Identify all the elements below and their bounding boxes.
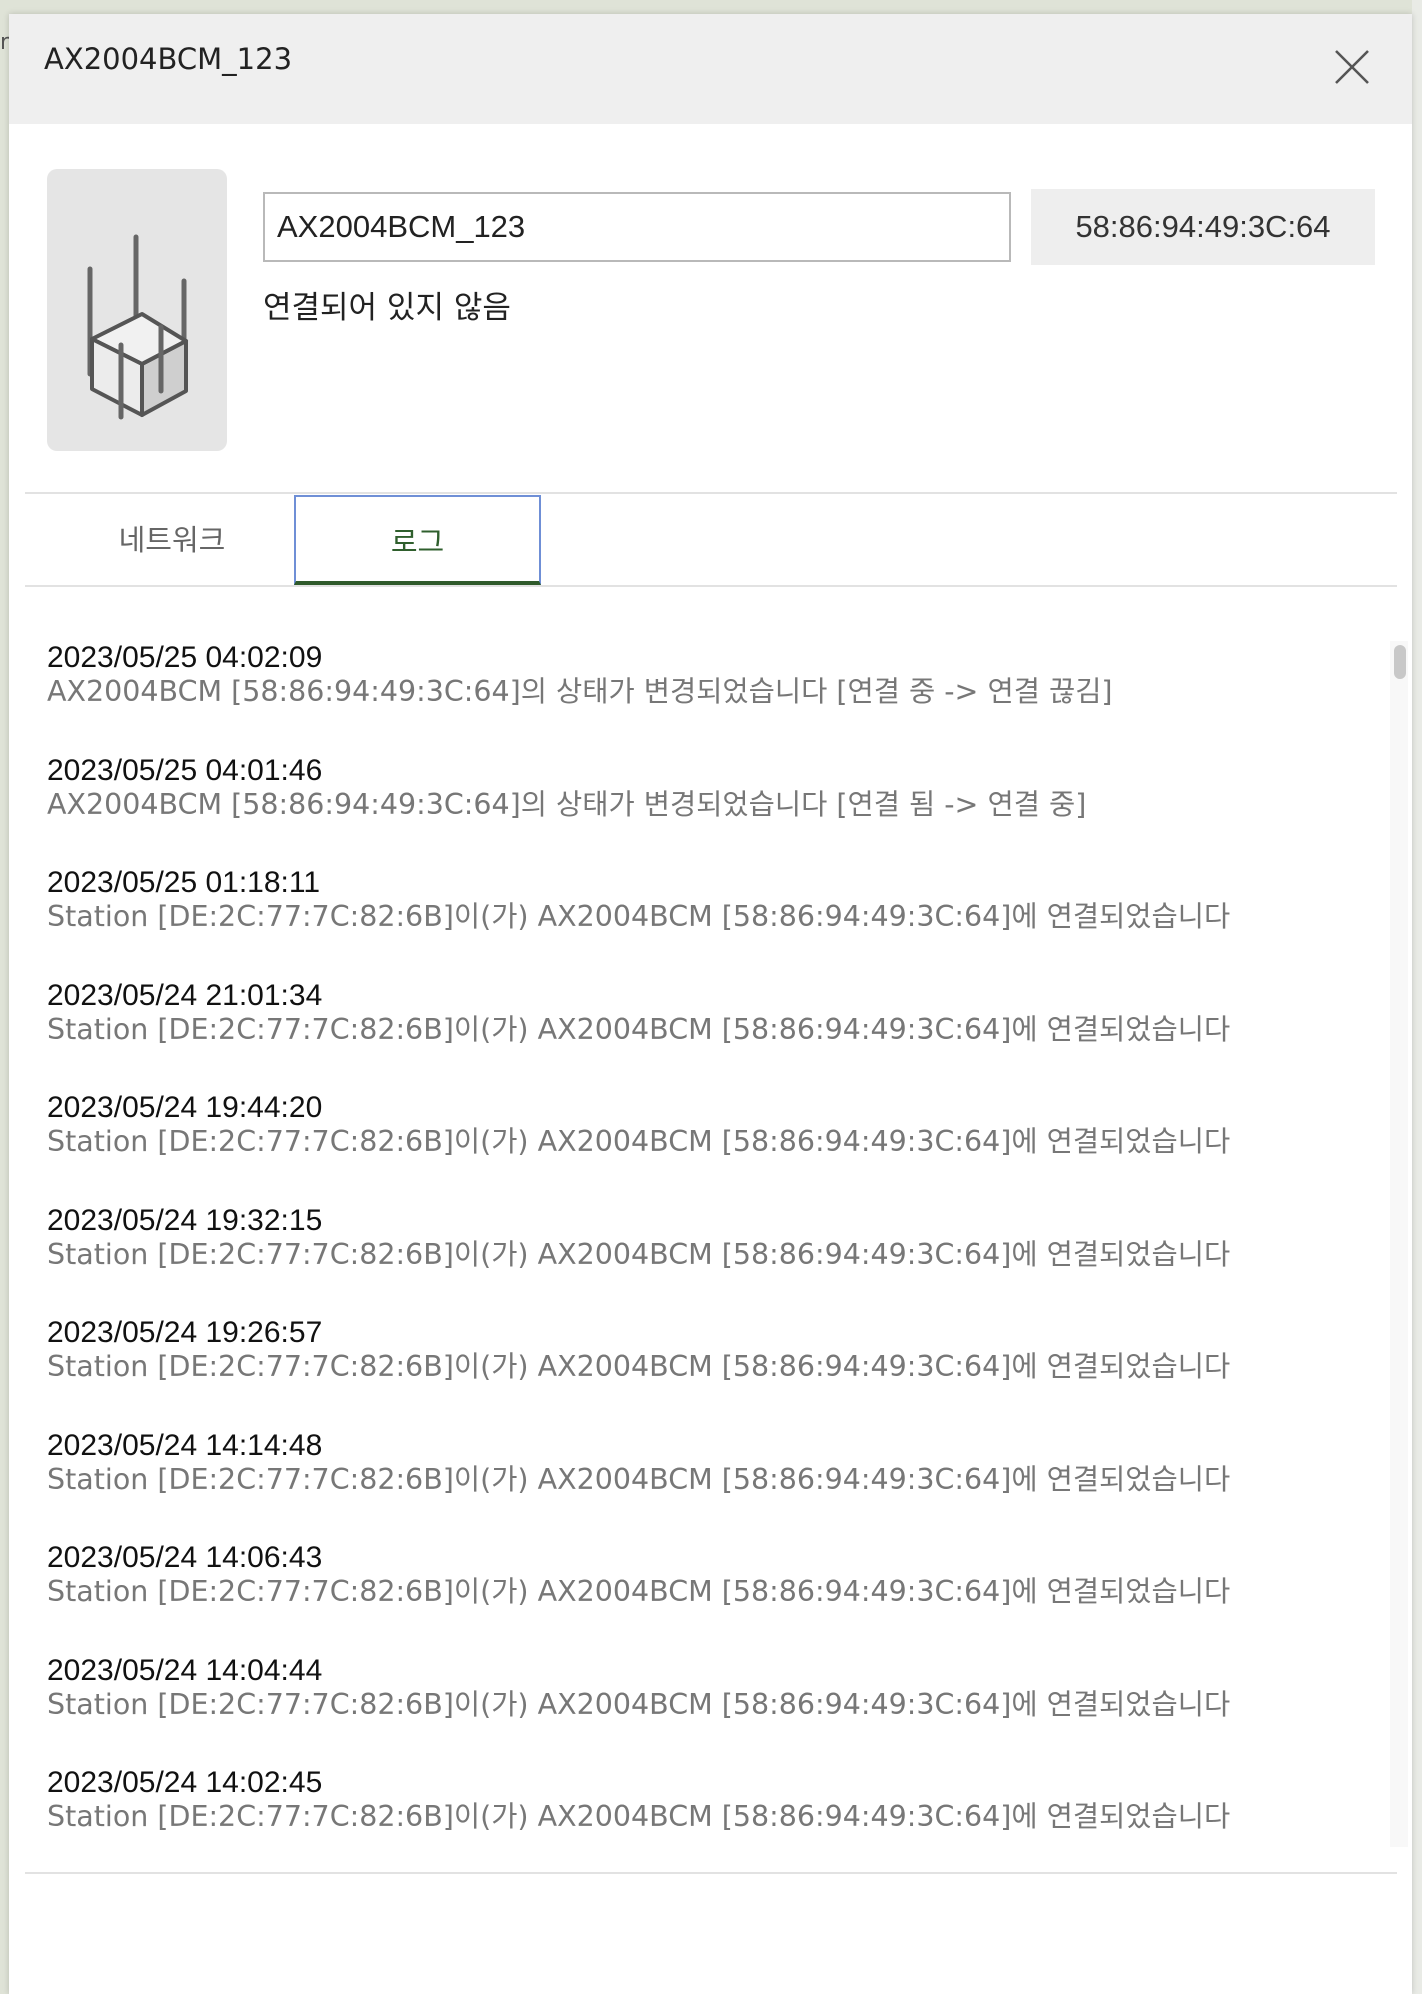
log-scrollbar-track[interactable]: [1390, 641, 1408, 1847]
backdrop-edge: [1412, 0, 1422, 1994]
log-entry: 2023/05/24 14:04:44 Station [DE:2C:77:7C:…: [47, 1654, 1367, 1767]
log-entry: 2023/05/25 04:01:46 AX2004BCM [58:86:94:4…: [47, 754, 1367, 867]
log-timestamp: 2023/05/24 14:02:45: [47, 1766, 323, 1799]
backdrop-fragment: r: [0, 30, 10, 55]
tab-network[interactable]: 네트워크: [47, 495, 297, 585]
log-entry: 2023/05/24 19:26:57 Station [DE:2C:77:7C:…: [47, 1316, 1367, 1429]
log-entry: 2023/05/24 19:44:20 Station [DE:2C:77:7C:…: [47, 1091, 1367, 1204]
close-button[interactable]: [1327, 42, 1377, 92]
log-timestamp: 2023/05/25 04:01:46: [47, 753, 323, 787]
log-message: Station [DE:2C:77:7C:82:6B]이(가) AX2004BC…: [47, 1800, 1231, 1833]
log-entry: 2023/05/25 01:18:11 Station [DE:2C:77:7C:…: [47, 866, 1367, 979]
device-image: [47, 169, 227, 451]
footer-divider: [25, 1872, 1397, 1874]
log-message: Station [DE:2C:77:7C:82:6B]이(가) AX2004BC…: [47, 1012, 1231, 1046]
log-message: AX2004BCM [58:86:94:49:3C:64]의 상태가 변경되었습…: [47, 787, 1087, 821]
log-entry: 2023/05/24 14:14:48 Station [DE:2C:77:7C:…: [47, 1429, 1367, 1542]
dialog-title: AX2004BCM_123: [44, 42, 293, 76]
log-message: Station [DE:2C:77:7C:82:6B]이(가) AX2004BC…: [47, 1462, 1231, 1496]
log-message: Station [DE:2C:77:7C:82:6B]이(가) AX2004BC…: [47, 1575, 1231, 1608]
log-entry: 2023/05/24 14:02:45 Station [DE:2C:77:7C:…: [47, 1766, 1367, 1847]
tabs-divider: [25, 585, 1397, 587]
log-entry: 2023/05/24 19:32:15 Station [DE:2C:77:7C:…: [47, 1204, 1367, 1317]
log-timestamp: 2023/05/25 01:18:11: [47, 866, 321, 899]
device-dialog: AX2004BCM_123 58:86:94:49:3C:64 연결되어 있지: [9, 14, 1412, 1994]
device-name-input[interactable]: [263, 192, 1011, 262]
log-message: Station [DE:2C:77:7C:82:6B]이(가) AX2004BC…: [47, 1350, 1231, 1383]
log-timestamp: 2023/05/24 14:04:44: [47, 1653, 323, 1687]
section-divider: [25, 492, 1397, 494]
log-entry: 2023/05/25 04:02:09 AX2004BCM [58:86:94:4…: [47, 641, 1367, 754]
log-list: 2023/05/25 04:02:09 AX2004BCM [58:86:94:4…: [47, 641, 1367, 1847]
log-timestamp: 2023/05/24 19:44:20: [47, 1091, 323, 1124]
log-timestamp: 2023/05/24 19:32:15: [47, 1203, 323, 1237]
router-icon: [87, 234, 188, 420]
log-message: Station [DE:2C:77:7C:82:6B]이(가) AX2004BC…: [47, 900, 1231, 933]
log-timestamp: 2023/05/24 19:26:57: [47, 1316, 323, 1349]
tab-log[interactable]: 로그: [294, 495, 541, 585]
log-timestamp: 2023/05/25 04:02:09: [47, 641, 323, 674]
mac-address-badge: 58:86:94:49:3C:64: [1031, 189, 1375, 265]
log-timestamp: 2023/05/24 21:01:34: [47, 978, 323, 1012]
log-timestamp: 2023/05/24 14:06:43: [47, 1541, 323, 1574]
log-message: AX2004BCM [58:86:94:49:3C:64]의 상태가 변경되었습…: [47, 675, 1113, 708]
log-timestamp: 2023/05/24 14:14:48: [47, 1428, 323, 1462]
connection-status: 연결되어 있지 않음: [263, 290, 511, 326]
log-entry: 2023/05/24 21:01:34 Station [DE:2C:77:7C:…: [47, 979, 1367, 1092]
log-message: Station [DE:2C:77:7C:82:6B]이(가) AX2004BC…: [47, 1237, 1231, 1271]
dialog-header: AX2004BCM_123: [9, 14, 1412, 124]
close-icon: [1335, 50, 1369, 84]
log-message: Station [DE:2C:77:7C:82:6B]이(가) AX2004BC…: [47, 1125, 1231, 1158]
log-scrollbar-thumb[interactable]: [1394, 645, 1406, 679]
log-message: Station [DE:2C:77:7C:82:6B]이(가) AX2004BC…: [47, 1687, 1231, 1721]
log-entry: 2023/05/24 14:06:43 Station [DE:2C:77:7C:…: [47, 1541, 1367, 1654]
